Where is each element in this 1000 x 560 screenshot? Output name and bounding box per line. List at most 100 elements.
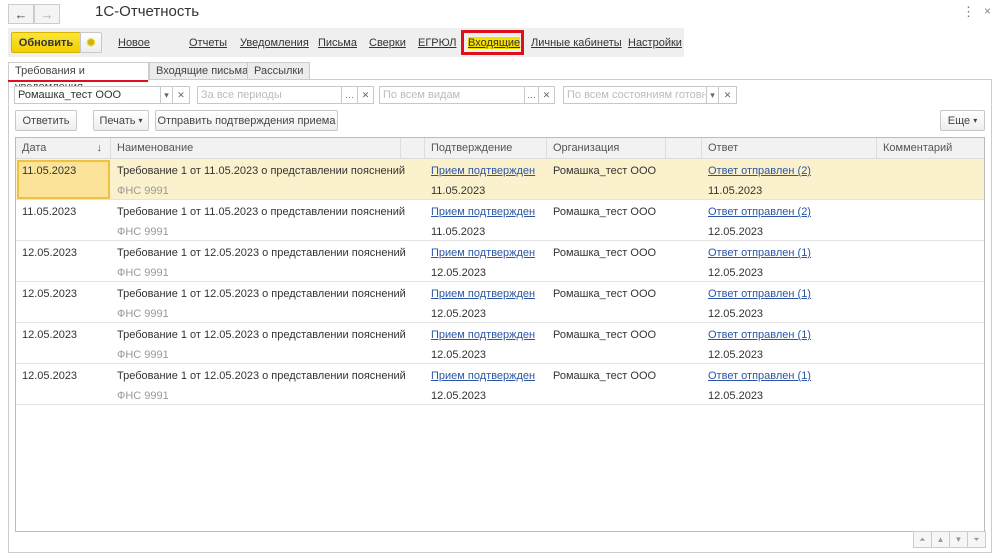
table-row[interactable]: 12.05.2023 Требование 1 от 12.05.2023 о … <box>16 323 984 364</box>
window-title: 1С-Отчетность <box>95 3 200 20</box>
link-letters[interactable]: Письма <box>318 37 357 49</box>
date-cell: 12.05.2023 <box>22 370 78 382</box>
name-cell: Требование 1 от 12.05.2023 о представлен… <box>117 329 406 341</box>
clear-icon[interactable]: ✕ <box>172 86 190 104</box>
clear-icon[interactable]: ✕ <box>538 86 555 104</box>
scroll-up-icon[interactable]: ▲ <box>931 531 950 548</box>
tab-requirements[interactable]: Требования и уведомления <box>8 62 149 93</box>
more-menu-icon[interactable]: ⋮ <box>962 4 975 20</box>
scroll-down-icon[interactable]: ▼ <box>949 531 968 548</box>
reply-button[interactable]: Ответить <box>15 110 77 131</box>
sender-cell: ФНС 9991 <box>117 390 169 402</box>
answer-date: 12.05.2023 <box>708 390 764 402</box>
confirmation-link[interactable]: Прием подтвержден <box>425 288 541 300</box>
sender-cell: ФНС 9991 <box>117 226 169 238</box>
scroll-last-icon[interactable]: ⏷ <box>967 531 986 548</box>
date-cell: 12.05.2023 <box>22 288 78 300</box>
link-personal-cabinets[interactable]: Личные кабинеты <box>531 37 622 49</box>
link-egrul[interactable]: ЕГРЮЛ <box>418 37 456 49</box>
answer-link[interactable]: Ответ отправлен (1) <box>702 329 817 341</box>
column-comment[interactable]: Комментарий <box>877 138 984 159</box>
answer-link[interactable]: Ответ отправлен (2) <box>702 165 817 177</box>
settings-gear-icon[interactable]: ✹ <box>80 32 102 53</box>
sender-cell: ФНС 9991 <box>117 349 169 361</box>
column-blank <box>666 138 702 159</box>
confirmation-date: 12.05.2023 <box>431 308 487 320</box>
column-organization[interactable]: Организация <box>547 138 666 159</box>
answer-date: 12.05.2023 <box>708 226 764 238</box>
confirmation-date: 12.05.2023 <box>431 349 487 361</box>
select-period-icon[interactable]: … <box>341 86 358 104</box>
answer-link[interactable]: Ответ отправлен (1) <box>702 370 817 382</box>
close-icon[interactable]: × <box>984 4 991 18</box>
name-cell: Требование 1 от 12.05.2023 о представлен… <box>117 247 406 259</box>
tab-mailings[interactable]: Рассылки <box>247 62 311 80</box>
answer-date: 12.05.2023 <box>708 267 764 279</box>
organization-cell: Ромашка_тест ООО <box>553 206 657 218</box>
organization-field[interactable]: Ромашка_тест ООО <box>14 86 161 104</box>
table-row[interactable]: 11.05.2023 Требование 1 от 11.05.2023 о … <box>16 159 984 200</box>
table-row[interactable]: 12.05.2023 Требование 1 от 12.05.2023 о … <box>16 241 984 282</box>
confirmation-date: 12.05.2023 <box>431 390 487 402</box>
select-kind-icon[interactable]: … <box>524 86 539 104</box>
organization-cell: Ромашка_тест ООО <box>553 329 657 341</box>
print-label: Печать <box>99 114 136 127</box>
scroll-first-icon[interactable]: ⏶ <box>913 531 932 548</box>
table-row[interactable]: 12.05.2023 Требование 1 от 12.05.2023 о … <box>16 364 984 405</box>
organization-cell: Ромашка_тест ООО <box>553 247 657 259</box>
confirmation-link[interactable]: Прием подтвержден <box>425 329 541 341</box>
name-cell: Требование 1 от 11.05.2023 о представлен… <box>117 206 406 218</box>
link-reports[interactable]: Отчеты <box>189 37 227 49</box>
column-confirmation[interactable]: Подтверждение <box>425 138 547 159</box>
back-button[interactable]: ← <box>8 4 34 24</box>
answer-date: 12.05.2023 <box>708 349 764 361</box>
link-incoming[interactable]: Входящие <box>468 37 521 49</box>
confirmation-date: 11.05.2023 <box>431 185 486 197</box>
answer-link[interactable]: Ответ отправлен (1) <box>702 288 817 300</box>
name-cell: Требование 1 от 12.05.2023 о представлен… <box>117 288 406 300</box>
column-blank <box>401 138 425 159</box>
active-tab-underline <box>8 80 148 82</box>
sender-cell: ФНС 9991 <box>117 308 169 320</box>
date-cell: 12.05.2023 <box>22 247 78 259</box>
tab-incoming-letters[interactable]: Входящие письма <box>149 62 256 80</box>
table-row[interactable]: 11.05.2023 Требование 1 от 11.05.2023 о … <box>16 200 984 241</box>
column-name[interactable]: Наименование <box>111 138 401 159</box>
forward-button[interactable]: → <box>34 4 60 24</box>
sender-cell: ФНС 9991 <box>117 185 169 197</box>
organization-cell: Ромашка_тест ООО <box>553 370 657 382</box>
send-confirmations-button[interactable]: Отправить подтверждения приема <box>155 110 338 131</box>
confirmation-link[interactable]: Прием подтвержден <box>425 370 541 382</box>
arrow-right-icon: → <box>40 6 54 22</box>
confirmation-link[interactable]: Прием подтвержден <box>425 206 541 218</box>
date-cell: 12.05.2023 <box>22 329 78 341</box>
confirmation-link[interactable]: Прием подтвержден <box>425 247 541 259</box>
requirements-table[interactable]: Дата ↓ Наименование Подтверждение Организ… <box>15 137 985 532</box>
link-new[interactable]: Новое <box>118 37 150 49</box>
print-button[interactable]: Печать ▾ <box>93 110 149 131</box>
answer-link[interactable]: Ответ отправлен (2) <box>702 206 817 218</box>
period-field[interactable]: За все периоды <box>197 86 342 104</box>
arrow-left-icon: ← <box>14 6 28 22</box>
confirmation-link[interactable]: Прием подтвержден <box>425 165 541 177</box>
confirmation-date: 12.05.2023 <box>431 267 487 279</box>
table-row[interactable]: 12.05.2023 Требование 1 от 12.05.2023 о … <box>16 282 984 323</box>
column-answer[interactable]: Ответ <box>702 138 877 159</box>
column-date[interactable]: Дата ↓ <box>16 138 111 159</box>
clear-icon[interactable]: ✕ <box>357 86 374 104</box>
kind-field[interactable]: По всем видам <box>379 86 525 104</box>
link-settings[interactable]: Настройки <box>628 37 682 49</box>
link-reconciliations[interactable]: Сверки <box>369 37 406 49</box>
date-cell: 11.05.2023 <box>22 206 77 218</box>
state-field[interactable]: По всем состояниям готовн... <box>563 86 707 104</box>
refresh-button[interactable]: Обновить <box>11 32 81 53</box>
answer-date: 12.05.2023 <box>708 308 764 320</box>
answer-link[interactable]: Ответ отправлен (1) <box>702 247 817 259</box>
sort-desc-icon: ↓ <box>96 142 103 154</box>
name-cell: Требование 1 от 11.05.2023 о представлен… <box>117 165 406 177</box>
column-date-label: Дата <box>22 142 47 154</box>
link-notifications[interactable]: Уведомления <box>240 37 309 49</box>
clear-icon[interactable]: ✕ <box>718 86 737 104</box>
more-button[interactable]: Еще ▾ <box>940 110 985 131</box>
dropdown-icon: ▾ <box>973 116 978 125</box>
